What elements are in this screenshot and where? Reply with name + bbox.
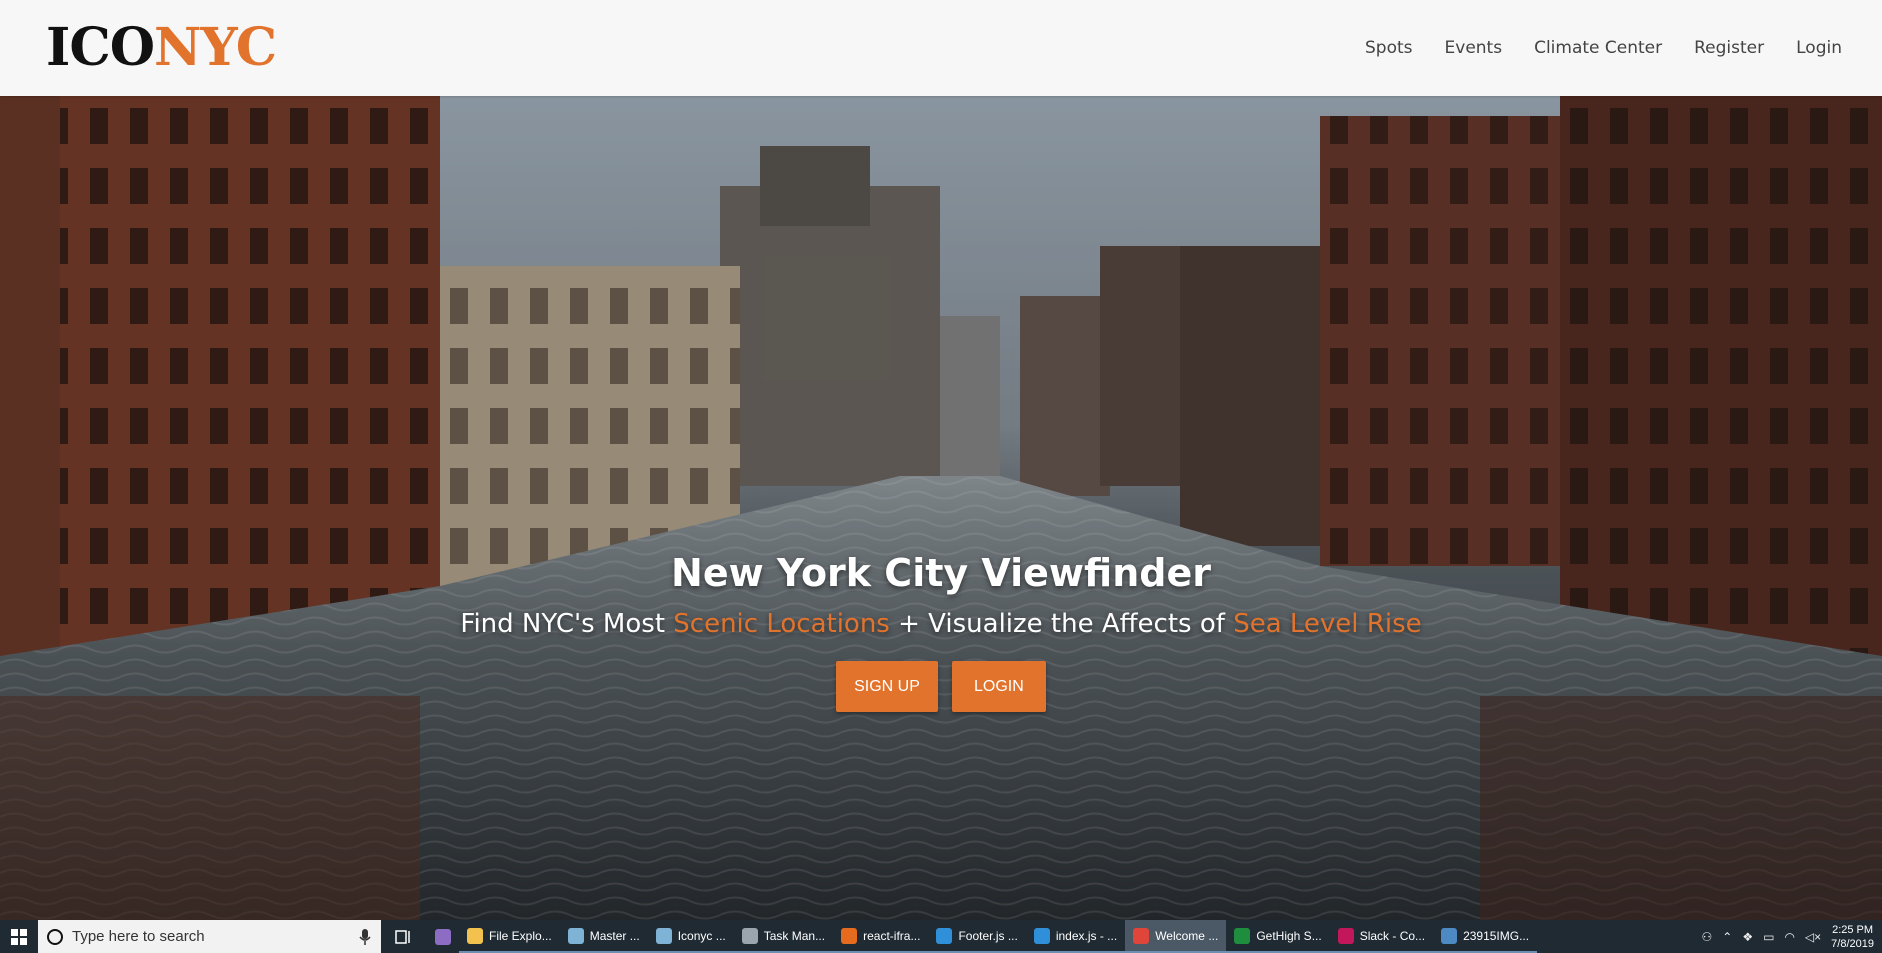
taskbar-search-box[interactable]: Type here to search — [38, 920, 381, 953]
clock-time: 2:25 PM — [1832, 923, 1874, 936]
windows-start-button[interactable] — [0, 920, 38, 953]
taskbar-app-label: 23915IMG... — [1463, 928, 1530, 943]
hero-section: New York City Viewfinder Find NYC's Most… — [0, 96, 1882, 920]
login-button[interactable]: LOGIN — [951, 661, 1046, 712]
nav-login-link[interactable]: Login — [1796, 38, 1842, 58]
taskbar-app-label: Welcome ... — [1155, 928, 1219, 943]
taskbar-app-icon — [936, 927, 953, 944]
hero-dim-overlay — [0, 96, 1882, 920]
taskbar-app-label: Task Man... — [763, 928, 826, 943]
taskbar-app-icon — [655, 927, 672, 944]
taskbar-app-11[interactable]: 23915IMG... — [1433, 920, 1538, 953]
taskbar-app-1[interactable]: File Explo... — [459, 920, 560, 953]
battery-icon[interactable]: ▭ — [1763, 930, 1774, 944]
subtitle-scenic-locations: Scenic Locations — [673, 609, 890, 639]
taskbar-app-label: GetHigh S... — [1256, 928, 1322, 943]
taskbar-app-0[interactable] — [427, 920, 459, 953]
subtitle-sea-level-rise: Sea Level Rise — [1233, 609, 1422, 639]
taskbar-clock[interactable]: 2:25 PM 7/8/2019 — [1831, 923, 1874, 951]
hero-content: New York City Viewfinder Find NYC's Most… — [0, 551, 1882, 712]
taskbar-app-label: Footer.js ... — [958, 928, 1018, 943]
taskbar-app-2[interactable]: Master ... — [559, 920, 648, 953]
taskbar-app-6[interactable]: Footer.js ... — [928, 920, 1026, 953]
subtitle-text-2: + Visualize the Affects of — [889, 609, 1234, 639]
nav-climate-center-link[interactable]: Climate Center — [1534, 38, 1662, 58]
taskbar-app-icon — [741, 927, 758, 944]
logo-text-ico: ICO — [46, 17, 155, 78]
hero-buttons: SIGN UP LOGIN — [0, 661, 1882, 712]
wifi-icon[interactable]: ◠ — [1784, 930, 1794, 944]
top-navbar: ICONYC Spots Events Climate Center Regis… — [0, 0, 1882, 96]
task-view-button[interactable] — [381, 929, 427, 944]
taskbar-app-9[interactable]: GetHigh S... — [1226, 920, 1330, 953]
taskbar-app-label: Slack - Co... — [1359, 928, 1426, 943]
taskbar-app-icon — [1033, 927, 1050, 944]
taskbar-app-10[interactable]: Slack - Co... — [1329, 920, 1434, 953]
taskbar-app-icon — [841, 927, 858, 944]
taskbar-app-8[interactable]: Welcome ... — [1125, 920, 1227, 953]
task-view-icon — [395, 929, 410, 944]
taskbar-app-icon — [567, 927, 584, 944]
taskbar-search-placeholder: Type here to search — [72, 928, 205, 945]
taskbar-app-7[interactable]: index.js - ... — [1025, 920, 1126, 953]
taskbar-app-label: react-ifra... — [863, 928, 921, 943]
nav-register-link[interactable]: Register — [1694, 38, 1764, 58]
windows-logo-icon — [11, 928, 27, 945]
taskbar-app-label: index.js - ... — [1055, 928, 1118, 943]
logo-text-nyc: NYC — [154, 17, 277, 78]
iconyc-logo[interactable]: ICONYC — [46, 22, 277, 74]
volume-muted-icon[interactable]: ◁× — [1805, 930, 1821, 944]
system-tray: ⚇ ⌃ ❖ ▭ ◠ ◁× 2:25 PM 7/8/2019 — [1702, 923, 1882, 951]
cortana-circle-icon — [47, 928, 63, 945]
subtitle-text-1: Find NYC's Most — [460, 609, 674, 639]
microphone-icon[interactable] — [359, 928, 371, 945]
taskbar-app-list: File Explo... Master ... Iconyc ... Task Ma… — [427, 920, 1538, 953]
taskbar-app-icon — [1234, 927, 1251, 944]
hero-title: New York City Viewfinder — [671, 551, 1211, 595]
main-nav: Spots Events Climate Center Register Log… — [1365, 38, 1842, 58]
clock-date: 7/8/2019 — [1831, 937, 1874, 950]
taskbar-app-label: Iconyc ... — [677, 928, 726, 943]
windows-taskbar: Type here to search File Explo... Master … — [0, 920, 1882, 953]
taskbar-app-icon — [435, 928, 451, 945]
nav-events-link[interactable]: Events — [1445, 38, 1503, 58]
taskbar-app-icon — [467, 927, 483, 944]
tray-overflow-chevron-icon[interactable]: ⌃ — [1722, 930, 1732, 944]
taskbar-app-icon — [1441, 927, 1458, 944]
people-icon[interactable]: ⚇ — [1702, 930, 1713, 944]
dropbox-icon[interactable]: ❖ — [1742, 930, 1753, 944]
taskbar-app-icon — [1133, 927, 1150, 944]
taskbar-app-icon — [1337, 927, 1354, 944]
hero-subtitle: Find NYC's Most Scenic Locations + Visua… — [0, 609, 1882, 639]
taskbar-app-5[interactable]: react-ifra... — [833, 920, 929, 953]
taskbar-app-4[interactable]: Task Man... — [733, 920, 834, 953]
taskbar-app-label: Master ... — [589, 928, 640, 943]
nav-spots-link[interactable]: Spots — [1365, 38, 1413, 58]
taskbar-app-3[interactable]: Iconyc ... — [647, 920, 734, 953]
signup-button[interactable]: SIGN UP — [836, 661, 938, 712]
taskbar-app-label: File Explo... — [489, 928, 552, 943]
